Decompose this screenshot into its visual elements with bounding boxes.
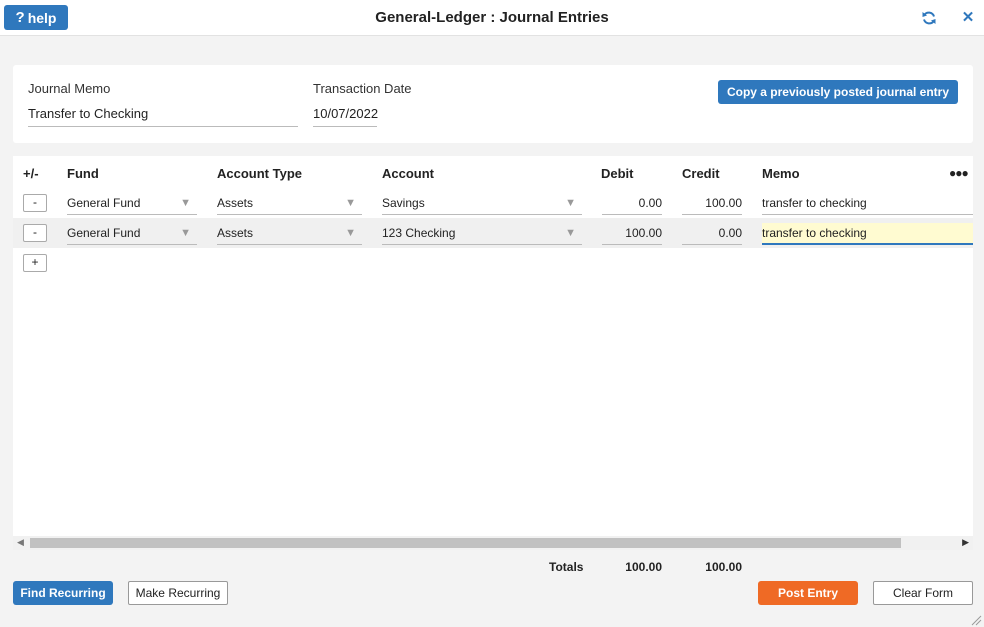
resize-grip-icon[interactable] bbox=[970, 614, 982, 626]
credit-input[interactable]: 0.00 bbox=[682, 223, 742, 245]
dropdown-arrow-icon: ▼ bbox=[180, 227, 191, 239]
title-bar: ? help General-Ledger : Journal Entries … bbox=[0, 0, 984, 36]
account-value: Savings bbox=[382, 196, 425, 210]
post-entry-button[interactable]: Post Entry bbox=[758, 581, 858, 605]
table-row: - General Fund ▼ Assets ▼ 123 Checking ▼… bbox=[13, 218, 973, 248]
dropdown-arrow-icon: ▼ bbox=[345, 197, 356, 209]
horizontal-scrollbar[interactable]: ◀ ▶ bbox=[13, 536, 973, 550]
table-row: - General Fund ▼ Assets ▼ Savings ▼ 0.00… bbox=[13, 188, 973, 218]
transaction-date-input[interactable]: 10/07/2022 bbox=[313, 105, 378, 127]
account-type-value: Assets bbox=[217, 196, 254, 210]
dropdown-arrow-icon: ▼ bbox=[565, 227, 576, 239]
dropdown-arrow-icon: ▼ bbox=[345, 227, 356, 239]
col-credit: Credit bbox=[682, 166, 720, 181]
journal-grid: +/- Fund Account Type Account Debit Cred… bbox=[13, 156, 973, 536]
debit-input[interactable]: 0.00 bbox=[602, 193, 662, 215]
debit-input[interactable]: 100.00 bbox=[602, 223, 662, 245]
col-plusminus: +/- bbox=[23, 166, 39, 181]
copy-posted-entry-button[interactable]: Copy a previously posted journal entry bbox=[718, 80, 958, 104]
memo-input[interactable]: transfer to checking bbox=[762, 223, 973, 245]
scroll-left-icon[interactable]: ◀ bbox=[17, 537, 24, 548]
make-recurring-button[interactable]: Make Recurring bbox=[128, 581, 228, 605]
journal-memo-label: Journal Memo bbox=[28, 81, 111, 96]
col-fund: Fund bbox=[67, 166, 99, 181]
col-account-type: Account Type bbox=[217, 166, 302, 181]
remove-row-button[interactable]: - bbox=[23, 194, 47, 212]
totals-label: Totals bbox=[549, 560, 584, 574]
find-recurring-button[interactable]: Find Recurring bbox=[13, 581, 113, 605]
remove-row-button[interactable]: - bbox=[23, 224, 47, 242]
fund-select[interactable]: General Fund ▼ bbox=[67, 223, 197, 245]
account-select[interactable]: 123 Checking ▼ bbox=[382, 223, 582, 245]
journal-memo-input[interactable]: Transfer to Checking bbox=[28, 105, 298, 127]
account-value: 123 Checking bbox=[382, 226, 456, 240]
scrollbar-thumb[interactable] bbox=[30, 538, 901, 548]
col-account: Account bbox=[382, 166, 434, 181]
credit-input[interactable]: 100.00 bbox=[682, 193, 742, 215]
account-type-select[interactable]: Assets ▼ bbox=[217, 223, 362, 245]
window-title: General-Ledger : Journal Entries bbox=[375, 9, 609, 26]
transaction-date-label: Transaction Date bbox=[313, 81, 412, 96]
more-options-icon[interactable]: ●●● bbox=[949, 166, 969, 180]
scroll-right-icon[interactable]: ▶ bbox=[962, 537, 969, 548]
total-credit: 100.00 bbox=[705, 560, 742, 574]
close-icon[interactable]: ✕ bbox=[961, 10, 975, 26]
journal-header: Journal Memo Transfer to Checking Transa… bbox=[13, 65, 973, 143]
memo-input[interactable]: transfer to checking bbox=[762, 193, 973, 215]
col-memo: Memo bbox=[762, 166, 800, 181]
col-debit: Debit bbox=[601, 166, 634, 181]
account-select[interactable]: Savings ▼ bbox=[382, 193, 582, 215]
clear-form-button[interactable]: Clear Form bbox=[873, 581, 973, 605]
total-debit: 100.00 bbox=[625, 560, 662, 574]
dropdown-arrow-icon: ▼ bbox=[565, 197, 576, 209]
dropdown-arrow-icon: ▼ bbox=[180, 197, 191, 209]
fund-value: General Fund bbox=[67, 226, 141, 240]
refresh-icon[interactable] bbox=[921, 10, 937, 26]
account-type-select[interactable]: Assets ▼ bbox=[217, 193, 362, 215]
add-row-button[interactable]: + bbox=[23, 254, 47, 272]
fund-select[interactable]: General Fund ▼ bbox=[67, 193, 197, 215]
fund-value: General Fund bbox=[67, 196, 141, 210]
account-type-value: Assets bbox=[217, 226, 254, 240]
